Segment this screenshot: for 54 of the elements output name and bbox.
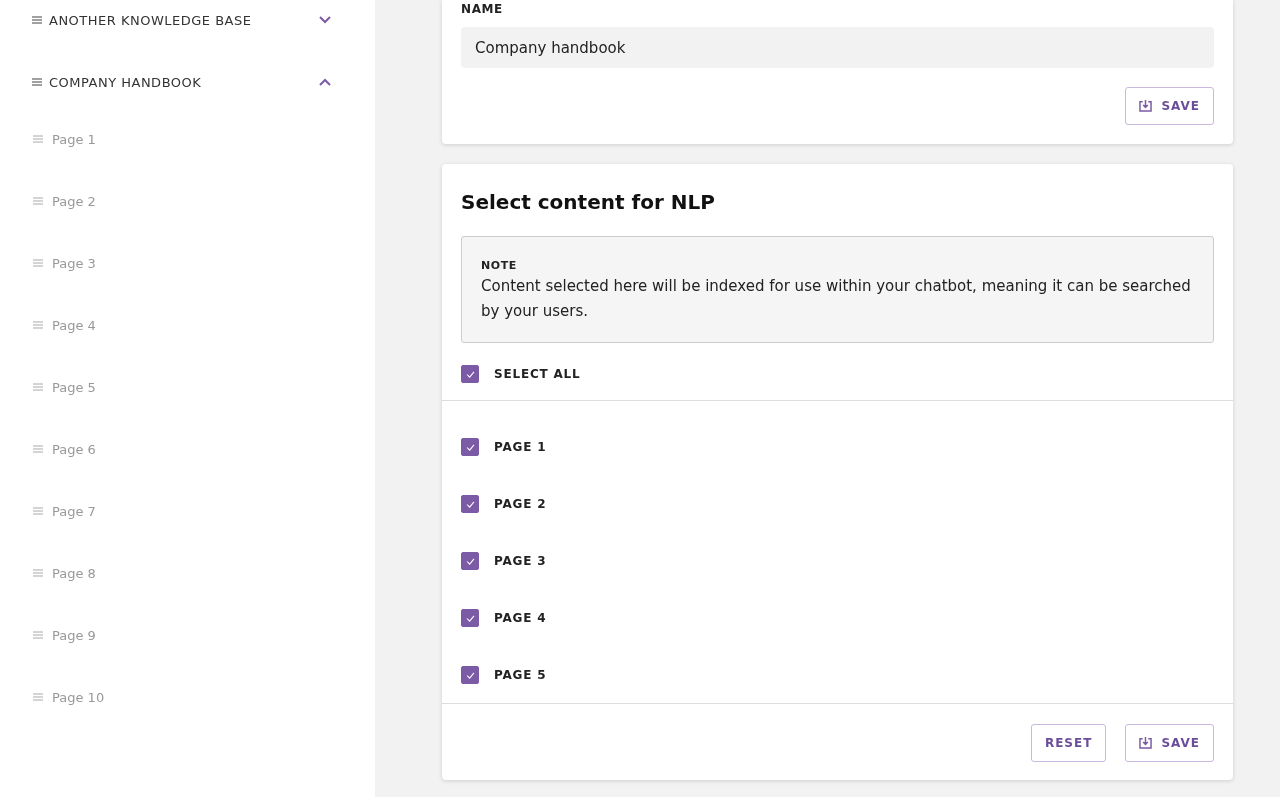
- page-link[interactable]: Page 9: [52, 627, 96, 643]
- menu-icon: [33, 631, 43, 639]
- menu-icon: [33, 693, 43, 701]
- name-input-field[interactable]: Company handbook: [461, 27, 1214, 68]
- checkbox[interactable]: [461, 365, 479, 383]
- check-icon: [465, 370, 475, 378]
- page-link[interactable]: Page 5: [52, 379, 96, 395]
- menu-icon: [33, 445, 43, 453]
- check-icon: [465, 443, 475, 451]
- reset-button[interactable]: RESET: [1030, 724, 1107, 762]
- page-link[interactable]: Page 8: [52, 565, 96, 581]
- menu-icon: [32, 78, 42, 86]
- menu-icon: [33, 569, 43, 577]
- save-icon: [1139, 100, 1153, 112]
- menu-icon: [33, 135, 43, 143]
- checkbox-label: PAGE 4: [494, 611, 547, 625]
- menu-icon: [33, 321, 43, 329]
- page-link[interactable]: Page 2: [52, 193, 96, 209]
- checkbox[interactable]: [461, 666, 479, 684]
- menu-icon: [32, 16, 42, 24]
- save-button[interactable]: SAVE: [1125, 87, 1214, 125]
- checkbox-label: PAGE 3: [494, 554, 547, 568]
- card-title: Select content for NLP: [461, 190, 716, 214]
- check-icon: [465, 614, 475, 622]
- checkbox-label: PAGE 1: [494, 440, 547, 454]
- page-link[interactable]: Page 7: [52, 503, 96, 519]
- checkbox[interactable]: [461, 495, 479, 513]
- checkbox-label: SELECT ALL: [494, 367, 581, 381]
- knowledge-base-title[interactable]: ANOTHER KNOWLEDGE BASE: [49, 12, 319, 28]
- page-link[interactable]: Page 6: [52, 441, 96, 457]
- page-link[interactable]: Page 10: [52, 689, 105, 705]
- menu-icon: [33, 507, 43, 515]
- checkbox-label: PAGE 2: [494, 497, 547, 511]
- menu-icon: [33, 197, 43, 205]
- save-icon: [1139, 737, 1153, 749]
- knowledge-base-title[interactable]: COMPANY HANDBOOK: [49, 74, 319, 90]
- menu-icon: [33, 259, 43, 267]
- checkbox[interactable]: [461, 438, 479, 456]
- save-button[interactable]: SAVE: [1125, 724, 1214, 762]
- chevron-icon[interactable]: [319, 16, 331, 24]
- note-text: Content selected here will be indexed for use within your chatbot, meaning it can be searched by your users.: [481, 276, 1192, 322]
- chevron-icon[interactable]: [319, 78, 331, 86]
- page-link[interactable]: Page 4: [52, 317, 96, 333]
- field-label: NAME: [461, 2, 504, 16]
- check-icon: [465, 557, 475, 565]
- page-link[interactable]: Page 1: [52, 131, 96, 147]
- note-heading: NOTE: [481, 259, 518, 272]
- menu-icon: [33, 383, 43, 391]
- page-link[interactable]: Page 3: [52, 255, 96, 271]
- checkbox[interactable]: [461, 552, 479, 570]
- checkbox[interactable]: [461, 609, 479, 627]
- check-icon: [465, 500, 475, 508]
- checkbox-label: PAGE 5: [494, 668, 547, 682]
- check-icon: [465, 671, 475, 679]
